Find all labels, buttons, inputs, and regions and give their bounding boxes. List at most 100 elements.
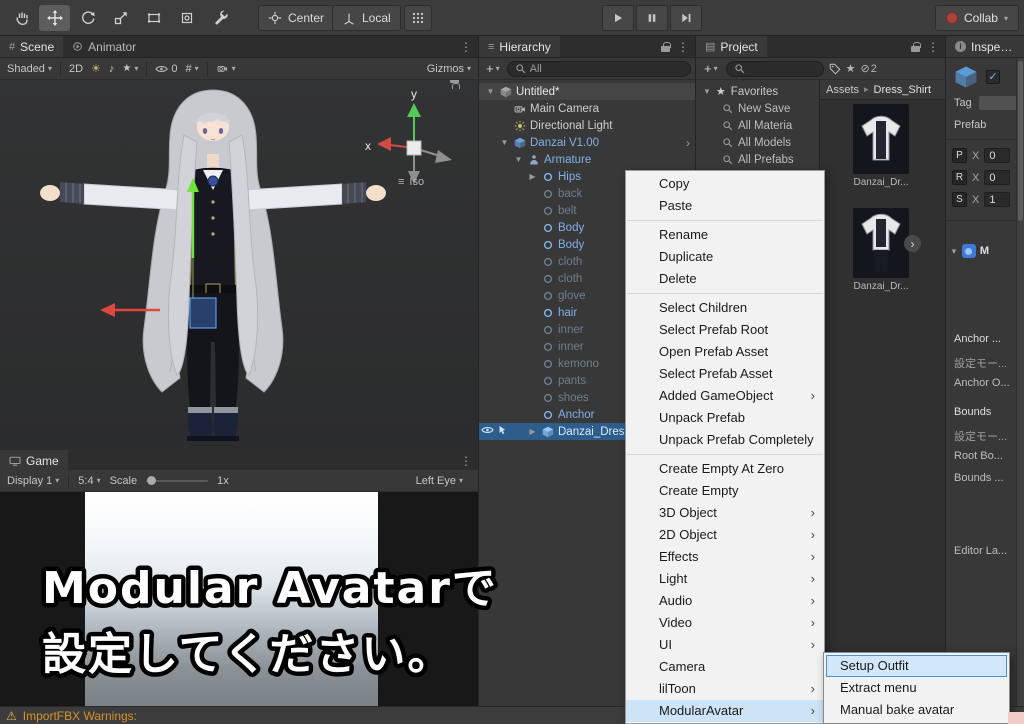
breadcrumb-root[interactable]: Assets: [826, 84, 859, 96]
pause-button[interactable]: [636, 5, 668, 31]
favorite-item[interactable]: New Save: [696, 100, 819, 117]
step-button[interactable]: [670, 5, 702, 31]
pivot-mode-button[interactable]: Center: [258, 5, 335, 31]
menu-item-2d-object[interactable]: 2D Object ›: [626, 524, 824, 546]
eye-mode-dropdown[interactable]: Left Eye ▾: [416, 475, 463, 487]
menu-item-copy[interactable]: Copy: [626, 173, 824, 195]
create-object-button[interactable]: + ▾: [483, 61, 503, 76]
subasset-expander-button[interactable]: ›: [904, 235, 921, 252]
menu-item-effects[interactable]: Effects ›: [626, 546, 824, 568]
foldout-closed-icon[interactable]: ▶: [527, 172, 538, 181]
menu-item-audio[interactable]: Audio ›: [626, 590, 824, 612]
favorite-item[interactable]: All Prefabs: [696, 151, 819, 168]
submenu-item-setup-outfit[interactable]: Setup Outfit: [826, 655, 1007, 677]
menu-item-rename[interactable]: Rename: [626, 224, 824, 246]
menu-item-liltoon[interactable]: lilToon ›: [626, 678, 824, 700]
shading-mode-dropdown[interactable]: Shaded ▾: [7, 63, 52, 75]
custom-tool-button[interactable]: [204, 5, 235, 31]
menu-item-select-prefab-root[interactable]: Select Prefab Root: [626, 319, 824, 341]
hierarchy-row[interactable]: ▼ Armature: [479, 151, 695, 168]
menu-item-modularavatar[interactable]: ModularAvatar ›: [626, 700, 824, 722]
rotate-tool-button[interactable]: [72, 5, 103, 31]
scale-row[interactable]: S X 1: [952, 192, 1011, 207]
favorite-item[interactable]: All Models: [696, 134, 819, 151]
hidden-packages-count[interactable]: ⊘ 2: [860, 62, 876, 76]
menu-item-added-gameobject[interactable]: Added GameObject ›: [626, 385, 824, 407]
foldout-open-icon[interactable]: ▼: [703, 87, 711, 96]
scale-x-field[interactable]: 1: [984, 192, 1011, 207]
tab-project[interactable]: ▤ Project: [696, 36, 767, 57]
tab-animator[interactable]: Animator: [63, 36, 145, 57]
menu-item-paste[interactable]: Paste: [626, 195, 824, 217]
breadcrumb-current[interactable]: Dress_Shirt: [874, 84, 931, 96]
active-checkbox[interactable]: ✓: [986, 70, 1000, 84]
tab-scene[interactable]: # Scene: [0, 36, 64, 57]
submenu-item-extract-menu[interactable]: Extract menu: [826, 677, 1007, 699]
asset-item[interactable]: Danzai_Dr...: [850, 208, 912, 292]
tab-hierarchy[interactable]: ≡ Hierarchy: [479, 36, 560, 57]
prefab-open-arrow-icon[interactable]: ›: [686, 136, 690, 150]
lock-icon[interactable]: [661, 41, 671, 52]
panel-menu-icon[interactable]: ⋮: [460, 40, 472, 54]
panel-menu-icon[interactable]: ⋮: [927, 40, 939, 54]
2d-toggle[interactable]: 2D: [69, 63, 83, 75]
menu-item-create-empty-at-zero[interactable]: Create Empty At Zero: [626, 458, 824, 480]
panel-menu-icon[interactable]: ⋮: [677, 40, 689, 54]
aspect-ratio-dropdown[interactable]: 5:4 ▾: [78, 475, 100, 487]
tag-dropdown[interactable]: [979, 96, 1019, 110]
collab-button[interactable]: Collab ▾: [934, 5, 1019, 31]
menu-item-3d-object[interactable]: 3D Object ›: [626, 502, 824, 524]
gizmos-dropdown[interactable]: Gizmos ▾: [427, 63, 471, 75]
project-search-input[interactable]: [725, 60, 824, 77]
favorites-header[interactable]: ▼ ★ Favorites: [696, 83, 819, 100]
handle-space-button[interactable]: Local: [332, 5, 401, 31]
visibility-eye-icon[interactable]: [481, 425, 494, 435]
grid-visibility-dropdown[interactable]: # ▾: [186, 63, 199, 75]
scene-view[interactable]: y x ≡ Iso: [0, 80, 478, 450]
audio-toggle[interactable]: ♪: [109, 63, 115, 75]
menu-item-duplicate[interactable]: Duplicate: [626, 246, 824, 268]
scrollbar-thumb[interactable]: [1018, 61, 1023, 221]
submenu-item-manual-bake-avatar[interactable]: Manual bake avatar: [826, 699, 1007, 721]
menu-item-camera[interactable]: Camera: [626, 656, 824, 678]
hierarchy-search-input[interactable]: All: [506, 60, 691, 77]
menu-item-delete[interactable]: Delete: [626, 268, 824, 290]
move-tool-button[interactable]: [39, 5, 70, 31]
asset-item[interactable]: Danzai_Dr...: [850, 104, 912, 188]
menu-item-ui[interactable]: UI ›: [626, 634, 824, 656]
transform-tool-button[interactable]: [171, 5, 202, 31]
inspector-scrollbar[interactable]: [1016, 58, 1024, 706]
menu-item-select-children[interactable]: Select Children: [626, 297, 824, 319]
scale-tool-button[interactable]: [105, 5, 136, 31]
panel-menu-icon[interactable]: ⋮: [460, 454, 472, 468]
scale-slider-knob[interactable]: [147, 475, 157, 485]
rotation-x-field[interactable]: 0: [984, 170, 1011, 185]
lock-icon[interactable]: [911, 41, 921, 52]
favorite-item[interactable]: All Materia: [696, 117, 819, 134]
foldout-open-icon[interactable]: ▼: [485, 87, 496, 96]
menu-item-create-empty[interactable]: Create Empty: [626, 480, 824, 502]
camera-settings-dropdown[interactable]: ▾: [216, 63, 236, 74]
rect-tool-button[interactable]: [138, 5, 169, 31]
position-x-field[interactable]: 0: [984, 148, 1011, 163]
component-header[interactable]: ▼ M: [950, 244, 989, 258]
pickability-icon[interactable]: [497, 425, 507, 435]
effects-dropdown[interactable]: ★ ▾: [122, 63, 138, 74]
foldout-open-icon[interactable]: ▼: [499, 138, 510, 147]
projection-mode[interactable]: ≡ Iso: [398, 176, 424, 188]
foldout-open-icon[interactable]: ▼: [950, 247, 958, 256]
foldout-closed-icon[interactable]: ▶: [527, 427, 538, 436]
scale-slider[interactable]: [146, 475, 209, 485]
hierarchy-row-prefab-root[interactable]: ▼ Danzai V1.00 ›: [479, 134, 695, 151]
hierarchy-row-scene[interactable]: ▼ Untitled*: [479, 83, 695, 100]
menu-item-open-prefab-asset[interactable]: Open Prefab Asset: [626, 341, 824, 363]
menu-item-video[interactable]: Video ›: [626, 612, 824, 634]
menu-item-select-prefab-asset[interactable]: Select Prefab Asset: [626, 363, 824, 385]
grid-snap-button[interactable]: [404, 5, 432, 31]
play-button[interactable]: [602, 5, 634, 31]
menu-item-light[interactable]: Light ›: [626, 568, 824, 590]
create-asset-button[interactable]: + ▾: [701, 61, 721, 76]
tab-game[interactable]: Game: [0, 450, 68, 471]
tab-inspector[interactable]: i Inspector: [946, 36, 1024, 57]
menu-item-unpack-prefab[interactable]: Unpack Prefab: [626, 407, 824, 429]
